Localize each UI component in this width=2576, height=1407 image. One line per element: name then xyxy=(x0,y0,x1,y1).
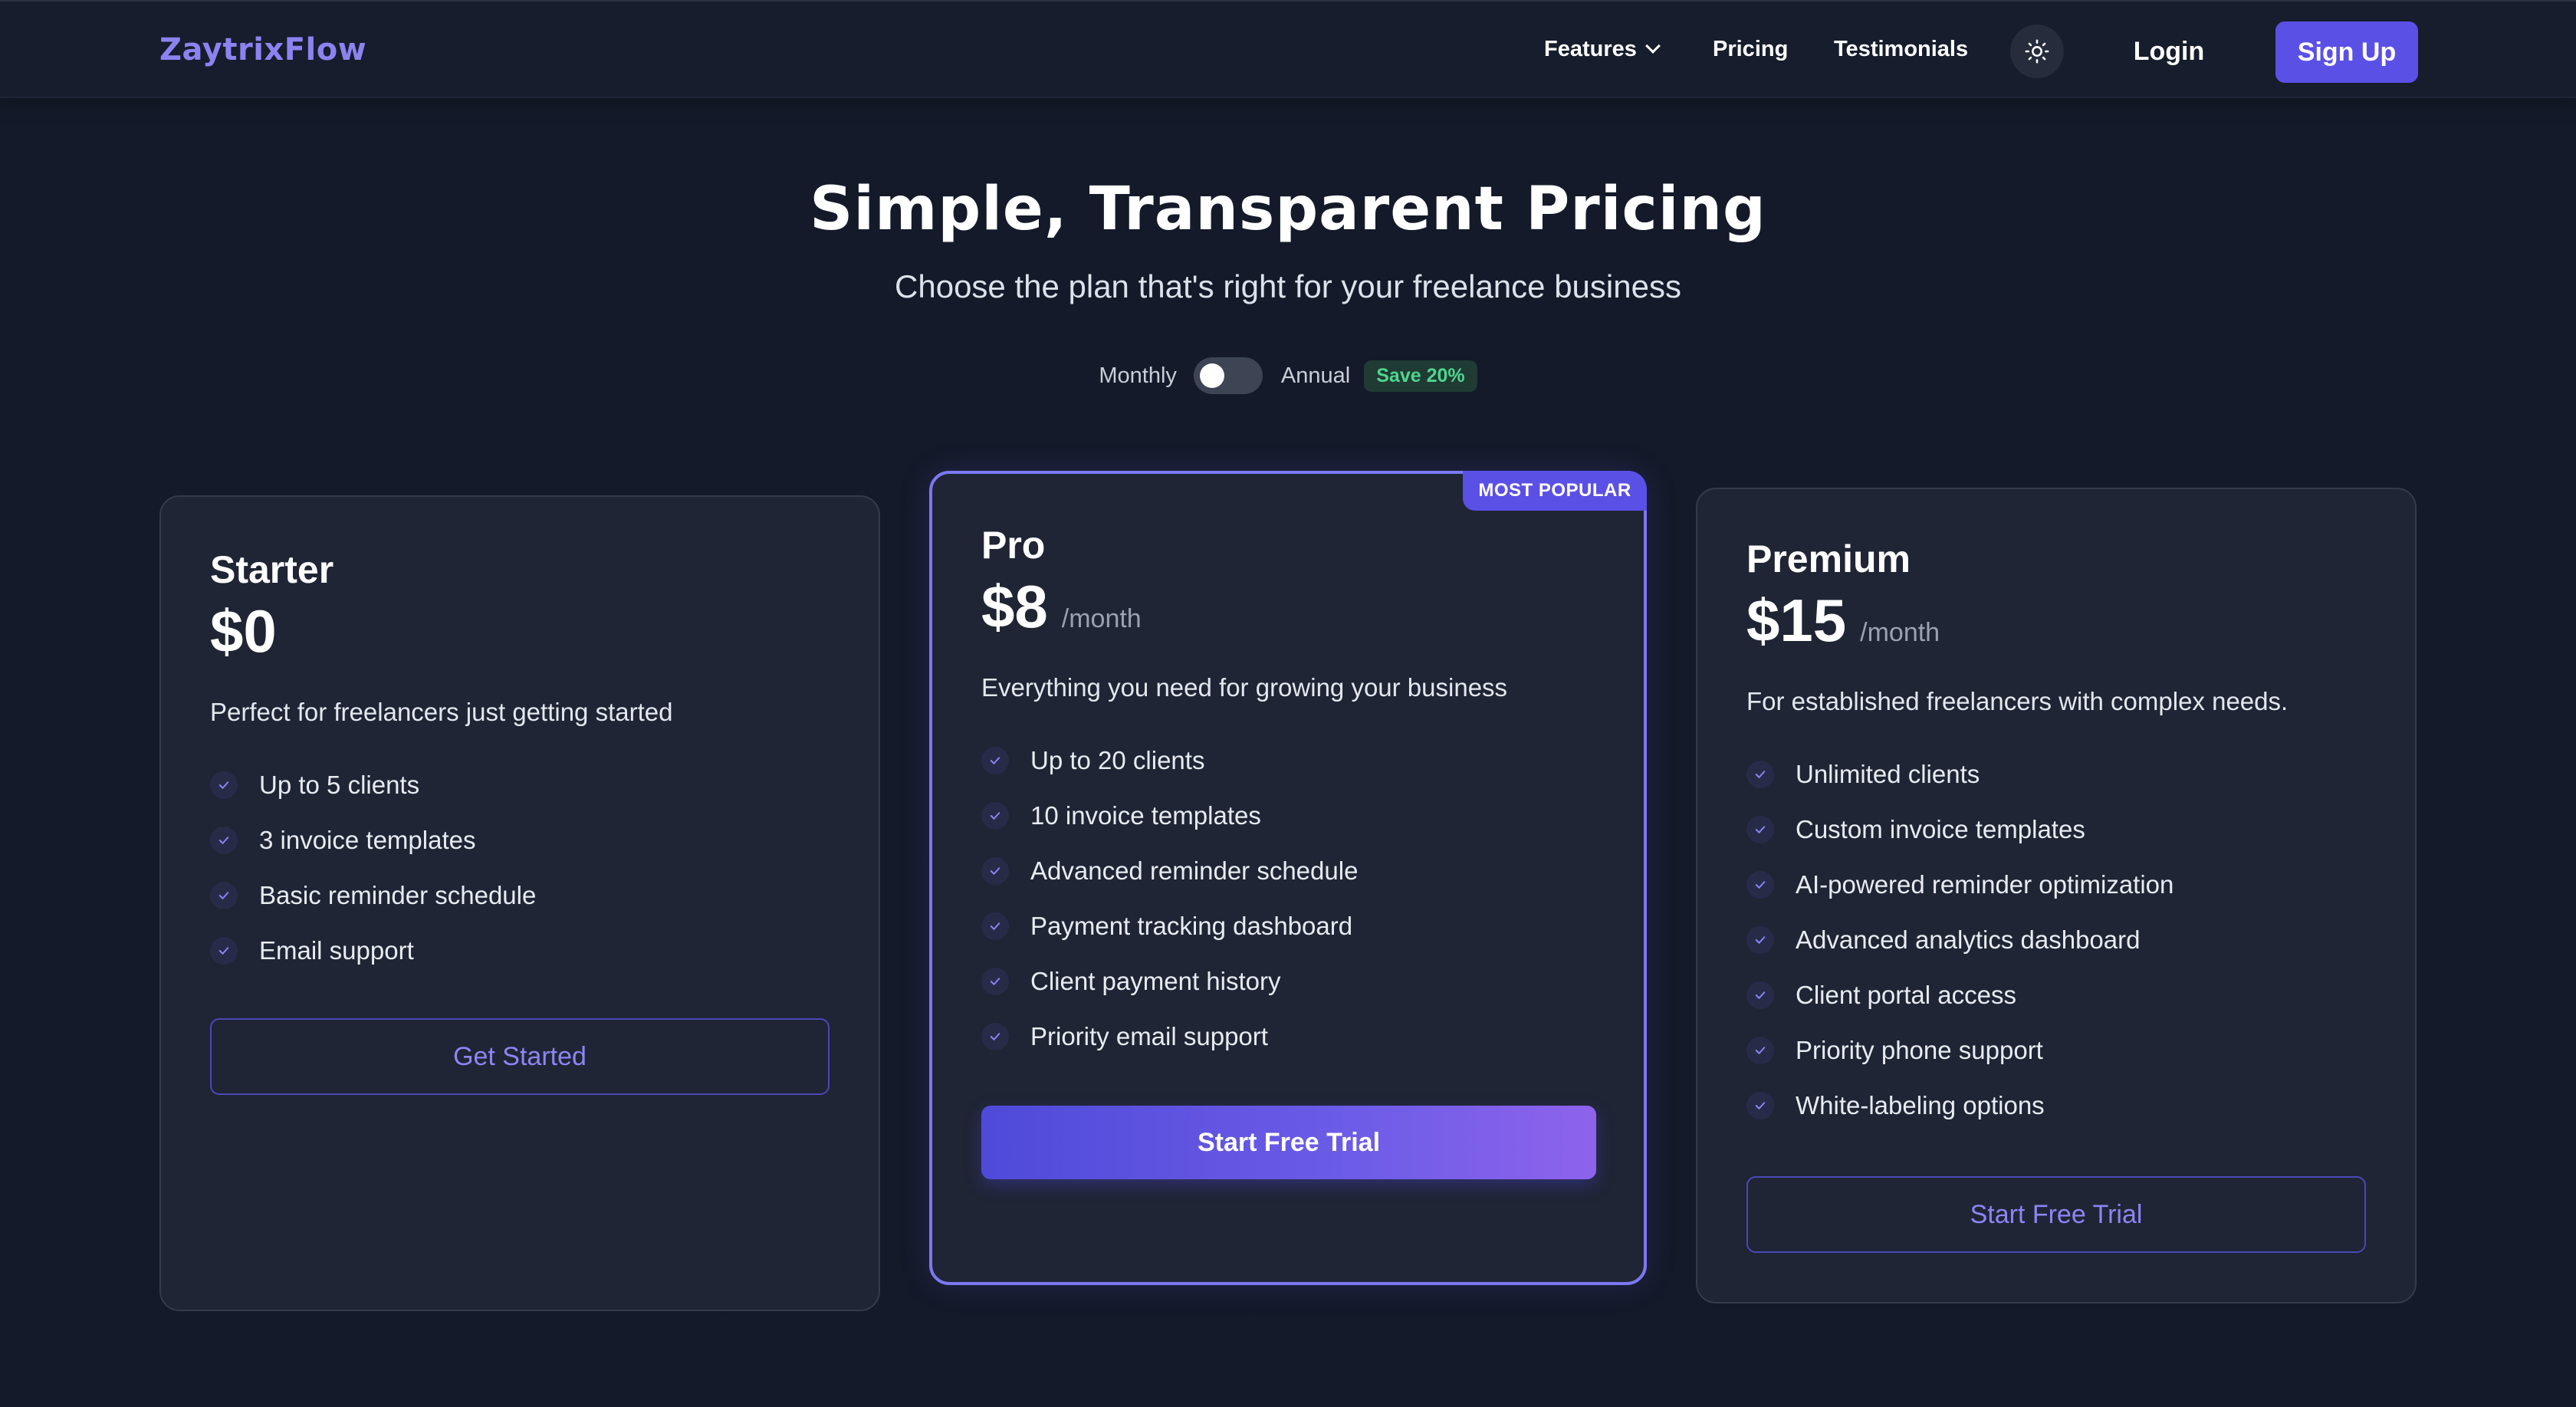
billing-monthly-label: Monthly xyxy=(1099,363,1177,388)
check-icon xyxy=(981,747,1009,774)
plan-feature-item: Unlimited clients xyxy=(1746,747,2174,802)
plan-feature-item: Priority phone support xyxy=(1746,1023,2174,1078)
plan-feature-item: Client payment history xyxy=(981,954,1358,1009)
plan-feature-label: Priority email support xyxy=(1030,1022,1268,1050)
check-icon xyxy=(981,912,1009,940)
switch-knob xyxy=(1199,363,1224,388)
check-icon xyxy=(981,802,1009,830)
check-icon xyxy=(1746,981,1774,1009)
plan-period: /month xyxy=(1061,604,1142,633)
plan-feature-item: Client portal access xyxy=(1746,968,2174,1023)
plan-period: /month xyxy=(1860,618,1940,647)
plan-feature-label: Custom invoice templates xyxy=(1796,815,2085,843)
billing-period-toggle-group: Monthly Annual Save 20% xyxy=(0,357,2576,394)
plan-feature-item: Up to 5 clients xyxy=(210,758,536,813)
check-icon xyxy=(1746,816,1774,843)
top-navbar: ZaytrixFlow Features Pricing Testimonial… xyxy=(0,0,2576,98)
most-popular-badge: MOST POPULAR xyxy=(1463,471,1647,511)
plan-feature-label: Email support xyxy=(259,936,414,965)
plan-feature-list: Up to 20 clients 10 invoice templates Ad… xyxy=(981,733,1358,1064)
billing-period-switch[interactable] xyxy=(1193,357,1263,394)
plan-feature-list: Unlimited clients Custom invoice templat… xyxy=(1746,747,2174,1133)
check-icon xyxy=(1746,926,1774,954)
plan-feature-item: Advanced reminder schedule xyxy=(981,843,1358,899)
plan-feature-item: Basic reminder schedule xyxy=(210,868,536,923)
plan-name: Starter xyxy=(210,548,334,591)
plan-feature-item: Custom invoice templates xyxy=(1746,802,2174,857)
plan-feature-label: Advanced analytics dashboard xyxy=(1796,925,2141,954)
check-icon xyxy=(210,771,238,799)
plan-feature-label: Advanced reminder schedule xyxy=(1030,856,1359,885)
plan-feature-label: Up to 20 clients xyxy=(1030,746,1205,774)
start-free-trial-button[interactable]: Start Free Trial xyxy=(1746,1176,2366,1253)
login-button[interactable]: Login xyxy=(2113,23,2225,80)
plan-feature-item: Email support xyxy=(210,923,536,978)
plan-feature-item: Up to 20 clients xyxy=(981,733,1358,788)
pricing-card-premium: Premium $15 /month For established freel… xyxy=(1696,488,2417,1303)
plan-feature-label: 3 invoice templates xyxy=(259,826,476,854)
check-icon xyxy=(210,827,238,854)
check-icon xyxy=(981,1023,1009,1050)
plan-price-row: $8 /month xyxy=(981,572,1142,642)
plan-feature-item: 3 invoice templates xyxy=(210,813,536,868)
brand-logo[interactable]: ZaytrixFlow xyxy=(159,32,366,67)
plan-feature-label: AI-powered reminder optimization xyxy=(1796,870,2174,899)
plan-feature-item: Advanced analytics dashboard xyxy=(1746,912,2174,968)
plan-feature-item: Priority email support xyxy=(981,1009,1358,1064)
plan-feature-item: White-labeling options xyxy=(1746,1078,2174,1133)
plan-feature-list: Up to 5 clients 3 invoice templates Basi… xyxy=(210,758,536,978)
sun-icon xyxy=(2025,39,2049,64)
pricing-card-starter: Starter $0 Perfect for freelancers just … xyxy=(159,495,880,1311)
plan-price: $15 xyxy=(1746,587,1847,654)
nav-features-label: Features xyxy=(1544,37,1637,61)
check-icon xyxy=(1746,761,1774,788)
plan-price-row: $15 /month xyxy=(1746,586,1940,656)
check-icon xyxy=(210,937,238,965)
plan-feature-label: 10 invoice templates xyxy=(1030,801,1261,830)
nav-testimonials-link[interactable]: Testimonials xyxy=(1834,37,1968,62)
plan-feature-label: Payment tracking dashboard xyxy=(1030,912,1353,940)
page-title: Simple, Transparent Pricing xyxy=(810,175,1766,244)
signup-button[interactable]: Sign Up xyxy=(2275,21,2418,83)
plan-feature-label: Priority phone support xyxy=(1796,1036,2043,1064)
plan-feature-item: Payment tracking dashboard xyxy=(981,899,1358,954)
plan-name: Premium xyxy=(1746,537,1911,580)
start-free-trial-button[interactable]: Start Free Trial xyxy=(981,1106,1596,1179)
check-icon xyxy=(981,968,1009,995)
plan-feature-label: Client portal access xyxy=(1796,981,2016,1009)
plan-feature-label: Basic reminder schedule xyxy=(259,881,537,909)
get-started-button[interactable]: Get Started xyxy=(210,1018,830,1095)
plan-feature-label: Unlimited clients xyxy=(1796,760,1980,788)
save-badge: Save 20% xyxy=(1364,360,1477,392)
plan-feature-label: Client payment history xyxy=(1030,967,1281,995)
plan-price: $8 xyxy=(981,573,1048,640)
plan-description: For established freelancers with complex… xyxy=(1746,687,2288,715)
plan-price: $0 xyxy=(210,597,277,665)
pricing-card-pro: MOST POPULAR Pro $8 /month Everything yo… xyxy=(929,471,1647,1285)
check-icon xyxy=(1746,1037,1774,1064)
plan-description: Everything you need for growing your bus… xyxy=(981,673,1508,702)
nav-features-dropdown[interactable]: Features xyxy=(1544,37,1661,62)
check-icon xyxy=(1746,1092,1774,1119)
plan-description: Perfect for freelancers just getting sta… xyxy=(210,698,673,726)
plan-name: Pro xyxy=(981,524,1046,567)
plan-feature-item: AI-powered reminder optimization xyxy=(1746,857,2174,912)
plan-price-row: $0 xyxy=(210,597,277,666)
check-icon xyxy=(1746,871,1774,899)
check-icon xyxy=(981,857,1009,885)
chevron-down-icon xyxy=(1644,38,1661,54)
plan-feature-item: 10 invoice templates xyxy=(981,788,1358,843)
theme-toggle-button[interactable] xyxy=(2010,25,2064,78)
plan-feature-label: White-labeling options xyxy=(1796,1091,2045,1119)
plan-feature-label: Up to 5 clients xyxy=(259,771,420,799)
check-icon xyxy=(210,882,238,909)
billing-annual-label: Annual xyxy=(1280,363,1351,388)
nav-pricing-link[interactable]: Pricing xyxy=(1713,37,1788,62)
page-subtitle: Choose the plan that's right for your fr… xyxy=(895,268,1681,304)
